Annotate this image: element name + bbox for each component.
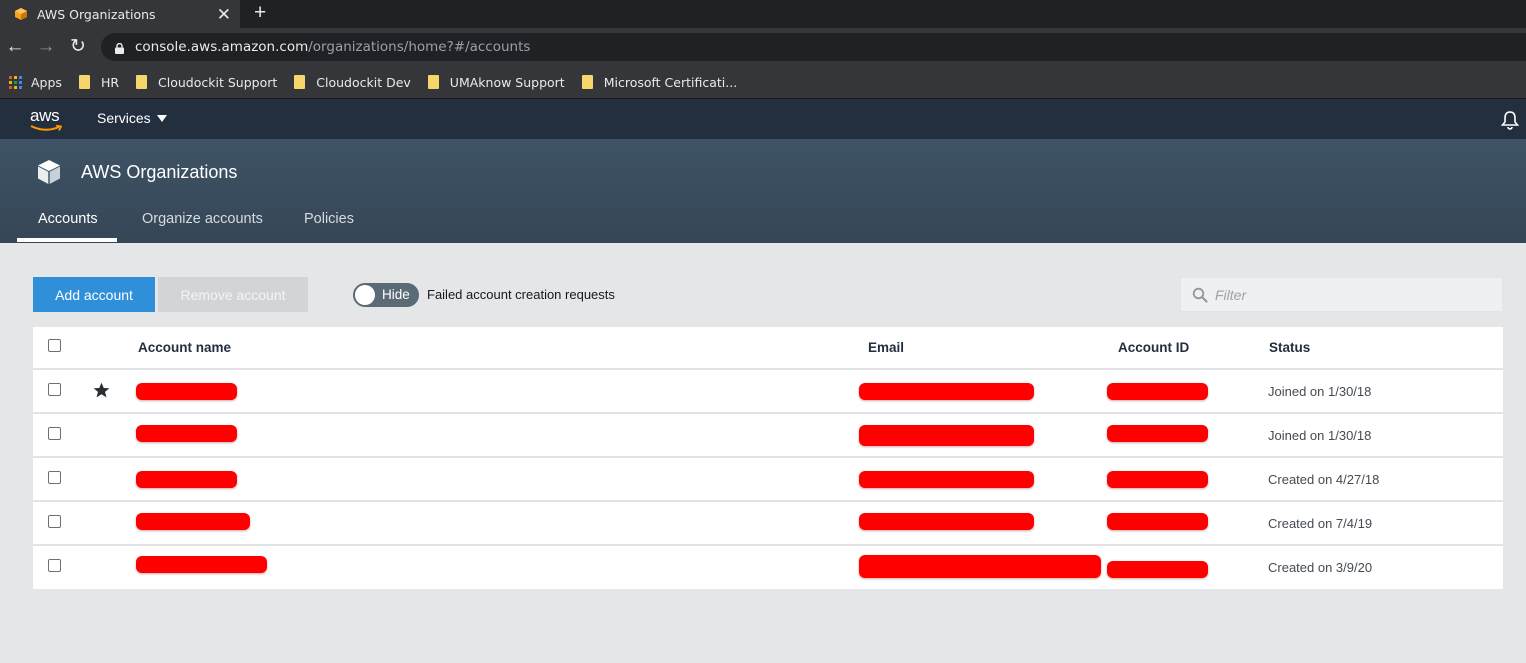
address-bar[interactable]: console.aws.amazon.com/organizations/hom… (101, 33, 1526, 61)
aws-logo[interactable]: aws (29, 106, 65, 134)
folder-icon (136, 75, 148, 89)
table-row[interactable]: Created on 4/27/18 (33, 458, 1503, 502)
remove-account-button[interactable]: Remove account (158, 277, 308, 312)
row-checkbox[interactable] (48, 427, 61, 440)
redacted-email (859, 555, 1101, 578)
cube-icon (37, 159, 61, 185)
apps-grid-icon (9, 75, 22, 89)
new-tab-icon[interactable]: + (254, 2, 266, 24)
redacted-account-name (136, 556, 267, 573)
tab-organize-accounts[interactable]: Organize accounts (142, 211, 263, 227)
folder-icon (581, 75, 593, 89)
folder-icon (427, 75, 439, 89)
tab-policies[interactable]: Policies (304, 211, 354, 227)
redacted-account-id (1107, 425, 1208, 442)
redacted-email (859, 513, 1034, 530)
redacted-account-name (136, 471, 237, 488)
bookmark-hr[interactable]: HR (78, 75, 119, 90)
star-icon[interactable] (93, 382, 110, 399)
tab-title: AWS Organizations (37, 6, 156, 22)
status-text: Created on 7/4/19 (1268, 516, 1373, 531)
status-text: Joined on 1/30/18 (1268, 428, 1372, 443)
filter-box (1180, 277, 1503, 312)
redacted-account-id (1107, 383, 1208, 400)
row-checkbox[interactable] (48, 383, 61, 396)
column-account-name[interactable]: Account name (138, 340, 231, 355)
browser-tabstrip: AWS Organizations ✕ + (0, 0, 1526, 28)
caret-down-icon (156, 114, 167, 122)
table-row[interactable]: Created on 7/4/19 (33, 502, 1503, 546)
status-text: Joined on 1/30/18 (1268, 384, 1372, 399)
row-checkbox[interactable] (48, 515, 61, 528)
close-icon[interactable]: ✕ (217, 6, 231, 23)
table-row[interactable]: Joined on 1/30/18 (33, 370, 1503, 414)
table-row[interactable]: Joined on 1/30/18 (33, 414, 1503, 458)
table-header: Account name Email Account ID Status (33, 327, 1503, 370)
browser-toolbar: ← → ↻ console.aws.amazon.com/organizatio… (0, 28, 1526, 66)
bookmarks-bar: Apps HR Cloudockit Support Cloudockit De… (0, 66, 1526, 98)
accounts-table: Account name Email Account ID Status Joi… (33, 327, 1503, 589)
reload-icon[interactable]: ↻ (68, 37, 88, 57)
bookmark-umaknow-support[interactable]: UMAknow Support (427, 75, 565, 90)
redacted-account-name (136, 383, 237, 400)
redacted-email (859, 471, 1034, 488)
bell-icon[interactable] (1500, 110, 1520, 130)
column-account-id[interactable]: Account ID (1118, 340, 1189, 355)
toggle-knob (355, 285, 375, 305)
redacted-account-name (136, 513, 250, 530)
services-menu[interactable]: Services (97, 110, 167, 126)
redacted-email (859, 425, 1034, 446)
bookmark-cloudockit-support[interactable]: Cloudockit Support (136, 75, 277, 90)
column-status[interactable]: Status (1269, 340, 1310, 355)
status-text: Created on 3/9/20 (1268, 560, 1373, 575)
search-icon (1192, 287, 1208, 303)
column-email[interactable]: Email (868, 340, 904, 355)
back-arrow-icon[interactable]: ← (5, 37, 25, 57)
redacted-email (859, 383, 1034, 400)
aws-smile-icon (30, 125, 63, 131)
aws-cube-icon (14, 7, 28, 21)
table-row[interactable]: Created on 3/9/20 (33, 546, 1503, 590)
bookmark-apps[interactable]: Apps (9, 75, 62, 90)
lock-icon (115, 41, 124, 54)
aws-top-nav: aws Services (0, 98, 1526, 139)
hide-failed-toggle[interactable]: Hide (353, 283, 419, 307)
bookmark-cloudockit-dev[interactable]: Cloudockit Dev (294, 75, 411, 90)
active-tab-indicator (17, 238, 117, 242)
redacted-account-id (1107, 561, 1208, 578)
row-checkbox[interactable] (48, 559, 61, 572)
redacted-account-id (1107, 471, 1208, 488)
page-title: AWS Organizations (81, 162, 238, 182)
select-all-checkbox[interactable] (48, 339, 61, 352)
tab-accounts[interactable]: Accounts (38, 211, 98, 227)
toggle-description: Failed account creation requests (427, 287, 615, 302)
add-account-button[interactable]: Add account (33, 277, 155, 312)
redacted-account-name (136, 425, 237, 442)
folder-icon (78, 75, 90, 89)
service-header: AWS Organizations Accounts Organize acco… (0, 139, 1526, 243)
redacted-account-id (1107, 513, 1208, 530)
browser-tab[interactable]: AWS Organizations ✕ (0, 0, 240, 28)
status-text: Created on 4/27/18 (1268, 472, 1380, 487)
folder-icon (294, 75, 306, 89)
url-text: console.aws.amazon.com/organizations/hom… (135, 39, 531, 55)
forward-arrow-icon[interactable]: → (36, 37, 56, 57)
toggle-text: Hide (382, 287, 410, 302)
row-checkbox[interactable] (48, 471, 61, 484)
bookmark-microsoft-certification[interactable]: Microsoft Certificati... (581, 75, 737, 90)
filter-input[interactable] (1215, 278, 1495, 311)
